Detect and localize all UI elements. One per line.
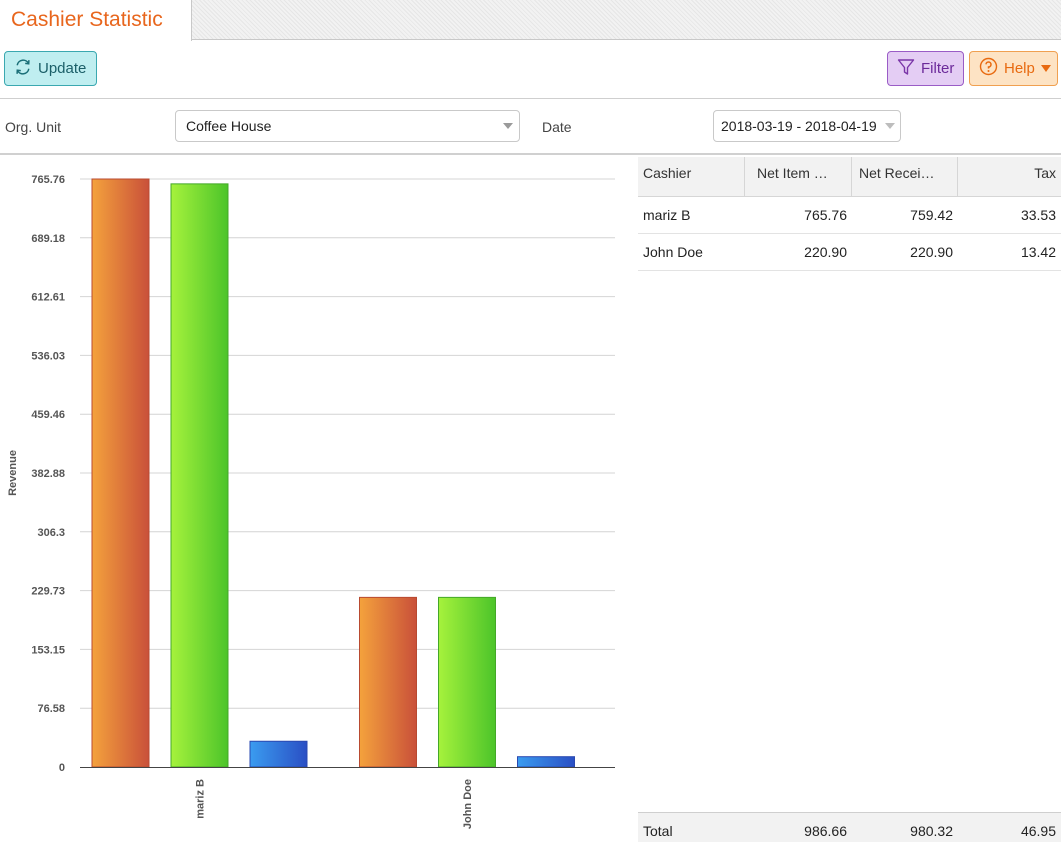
table-row[interactable]: John Doe 220.90 220.90 13.42 <box>638 234 1061 271</box>
y-tick-label: 153.15 <box>31 644 65 656</box>
update-button[interactable]: Update <box>4 51 97 86</box>
org-unit-select[interactable]: Coffee House <box>175 110 520 142</box>
tab-cashier-statistic[interactable]: Cashier Statistic <box>0 0 192 41</box>
cell-net-item: 765.76 <box>804 207 847 223</box>
chevron-down-icon <box>503 123 513 129</box>
cell-net-receipt: 220.90 <box>910 244 953 260</box>
y-tick-label: 536.03 <box>31 350 65 362</box>
cell-tax: 33.53 <box>1020 207 1056 223</box>
bar-green[interactable] <box>170 183 229 768</box>
cell-cashier: John Doe <box>643 244 703 260</box>
bar-orange[interactable] <box>91 178 150 768</box>
y-axis-title: Revenue <box>7 450 19 496</box>
parameter-bar: Org. Unit Coffee House Date 2018-03-19 -… <box>0 99 1061 155</box>
y-tick-label: 76.58 <box>37 703 65 715</box>
revenue-chart: 0 76.58 153.15 229.73 306.3 382.88 459.46 536.0… <box>0 157 630 842</box>
x-category-label: mariz B <box>195 779 207 819</box>
chevron-down-icon <box>885 123 895 129</box>
column-header-tax[interactable]: Tax <box>958 157 1061 197</box>
column-header-cashier[interactable]: Cashier <box>638 157 745 197</box>
total-net-item: 986.66 <box>804 823 847 839</box>
help-button[interactable]: Help <box>969 51 1058 86</box>
bar-blue[interactable] <box>249 740 308 768</box>
y-tick-label: 459.46 <box>31 409 65 421</box>
cell-net-item: 220.90 <box>804 244 847 260</box>
total-label: Total <box>643 823 673 839</box>
toolbar: Update Filter Help <box>0 40 1061 99</box>
bar-orange[interactable] <box>359 596 417 768</box>
table-row[interactable]: mariz B 765.76 759.42 33.53 <box>638 197 1061 234</box>
y-tick-label: 689.18 <box>31 233 65 245</box>
revenue-chart-svg: 0 76.58 153.15 229.73 306.3 382.88 459.46 536.0… <box>7 174 615 829</box>
cell-net-receipt: 759.42 <box>910 207 953 223</box>
cashier-grid: Cashier Net Item … Net Recei… Tax mariz … <box>638 157 1061 842</box>
y-tick-label: 229.73 <box>31 586 65 598</box>
org-unit-value: Coffee House <box>186 118 272 134</box>
filter-button-label: Filter <box>921 60 955 77</box>
update-button-label: Update <box>38 60 87 77</box>
date-range-select[interactable]: 2018-03-19 - 2018-04-19 <box>713 110 901 142</box>
help-button-label: Help <box>1004 60 1035 77</box>
column-header-net-receipt[interactable]: Net Recei… <box>852 157 958 197</box>
help-icon <box>979 57 998 80</box>
filter-button[interactable]: Filter <box>887 51 964 86</box>
y-tick-label: 0 <box>59 762 65 774</box>
refresh-icon <box>14 58 32 80</box>
filter-icon <box>897 58 915 80</box>
y-tick-label: 306.3 <box>37 527 65 539</box>
date-range-value: 2018-03-19 - 2018-04-19 <box>721 118 877 134</box>
bar-blue[interactable] <box>517 756 575 768</box>
y-tick-label: 612.61 <box>31 292 65 304</box>
tab-bar: Cashier Statistic <box>0 0 1061 41</box>
grid-footer-totals: Total 986.66 980.32 46.95 <box>638 812 1061 842</box>
cell-tax: 13.42 <box>1020 244 1056 260</box>
total-tax: 46.95 <box>1020 823 1056 839</box>
column-header-net-item[interactable]: Net Item … <box>745 157 852 197</box>
grid-header: Cashier Net Item … Net Recei… Tax <box>638 157 1061 197</box>
cell-cashier: mariz B <box>643 207 691 223</box>
y-tick-label: 382.88 <box>31 468 65 480</box>
org-unit-label: Org. Unit <box>5 119 62 135</box>
total-net-receipt: 980.32 <box>910 823 953 839</box>
y-tick-label: 765.76 <box>31 174 65 186</box>
x-category-label: John Doe <box>462 779 474 829</box>
caret-down-icon <box>1040 60 1051 77</box>
bar-green[interactable] <box>438 596 496 768</box>
date-label: Date <box>542 119 572 135</box>
